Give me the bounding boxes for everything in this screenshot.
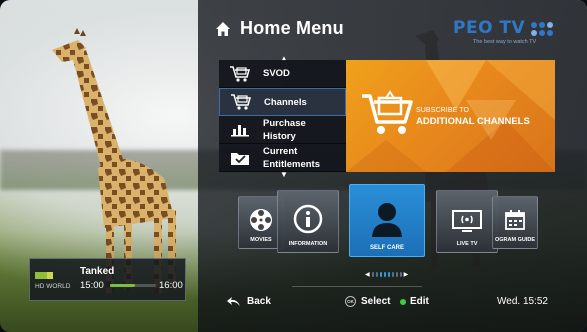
- pager-dot: [375, 272, 378, 277]
- calendar-icon: [505, 210, 525, 230]
- tile-label: INFORMATION: [288, 241, 328, 247]
- tile-self-care[interactable]: SELF CARE: [349, 184, 425, 257]
- pager-dot: [383, 272, 386, 277]
- promo-banner[interactable]: SUBSCRIBE TO ADDITIONAL CHANNELS: [346, 60, 555, 172]
- broadcast-tv-icon: [452, 210, 482, 232]
- edit-hint: Edit: [400, 296, 429, 307]
- menu-header: Home Menu: [215, 18, 344, 39]
- pager-dot: [371, 272, 374, 277]
- pager-right-arrow-icon[interactable]: ▶: [404, 271, 409, 278]
- cart-tv-icon: [362, 90, 413, 134]
- category-label: SVOD: [263, 68, 290, 79]
- select-label: Select: [361, 296, 391, 307]
- promo-line-2: ADDITIONAL CHANNELS: [416, 116, 530, 127]
- back-button[interactable]: Back: [227, 296, 271, 307]
- tile-label: OGRAM GUIDE: [494, 237, 536, 243]
- edit-label: Edit: [410, 296, 429, 307]
- pager-dot: [379, 272, 382, 277]
- ok-button-icon: OK: [345, 296, 356, 307]
- user-icon: [372, 203, 402, 237]
- pager-dot: [395, 272, 398, 277]
- brand-name: PEO TV: [453, 18, 526, 38]
- category-current-entitlements[interactable]: Current Entitlements: [219, 144, 346, 172]
- category-channels[interactable]: Channels: [219, 88, 346, 116]
- program-title: Tanked: [80, 266, 115, 277]
- category-label: Current Entitlements: [263, 145, 321, 170]
- tile-pager: ◀ ▶: [365, 271, 408, 278]
- tile-label: LIVE TV: [456, 241, 478, 247]
- tile-live-tv[interactable]: LIVE TV: [436, 190, 498, 253]
- back-arrow-icon: [227, 296, 240, 306]
- tv-screen: Home Menu PEO TV The best way to watch T…: [0, 0, 587, 332]
- category-purchase-history[interactable]: Purchase History: [219, 116, 346, 144]
- clock: Wed. 15:52: [497, 296, 548, 307]
- pager-dot: [399, 272, 402, 277]
- tile-program-guide[interactable]: OGRAM GUIDE: [492, 196, 538, 249]
- cart-tv-icon: [228, 92, 254, 112]
- program-end-time: 16:00: [159, 280, 183, 291]
- category-label: Channels: [264, 96, 307, 108]
- film-reel-icon: [250, 209, 272, 231]
- bar-chart-icon: [227, 120, 253, 140]
- select-hint: OK Select: [345, 296, 390, 307]
- cart-tv-icon: [227, 64, 253, 84]
- tile-label: SELF CARE: [369, 245, 404, 251]
- channel-logo: HD WORLD: [35, 272, 71, 290]
- home-icon: [216, 21, 230, 36]
- brand-dots-icon: [531, 22, 553, 36]
- program-progress-bar: [110, 284, 156, 287]
- page-title: Home Menu: [240, 18, 344, 38]
- now-playing-panel: HD WORLD Tanked 15:00 16:00: [29, 258, 186, 301]
- pager-dot: [387, 272, 390, 277]
- channel-logo-text: HD WORLD: [35, 283, 71, 290]
- brand-tagline: The best way to watch TV: [473, 39, 537, 45]
- info-icon: [293, 204, 323, 234]
- program-start-time: 15:00: [80, 280, 104, 291]
- pager-dot: [391, 272, 394, 277]
- pager-left-arrow-icon[interactable]: ◀: [365, 271, 370, 278]
- green-key-icon: [400, 298, 406, 305]
- tile-information[interactable]: INFORMATION: [277, 190, 339, 253]
- checkbox-folder-icon: [227, 148, 253, 168]
- divider: [292, 286, 422, 287]
- category-svod[interactable]: SVOD: [219, 60, 346, 88]
- category-label: Purchase History: [263, 117, 306, 142]
- scroll-down-arrow-icon[interactable]: ▼: [280, 170, 288, 179]
- program-progress-fill: [110, 284, 136, 287]
- back-label: Back: [247, 296, 271, 307]
- brand-logo: PEO TV The best way to watch TV: [453, 18, 558, 52]
- promo-line-1: SUBSCRIBE TO: [416, 107, 470, 114]
